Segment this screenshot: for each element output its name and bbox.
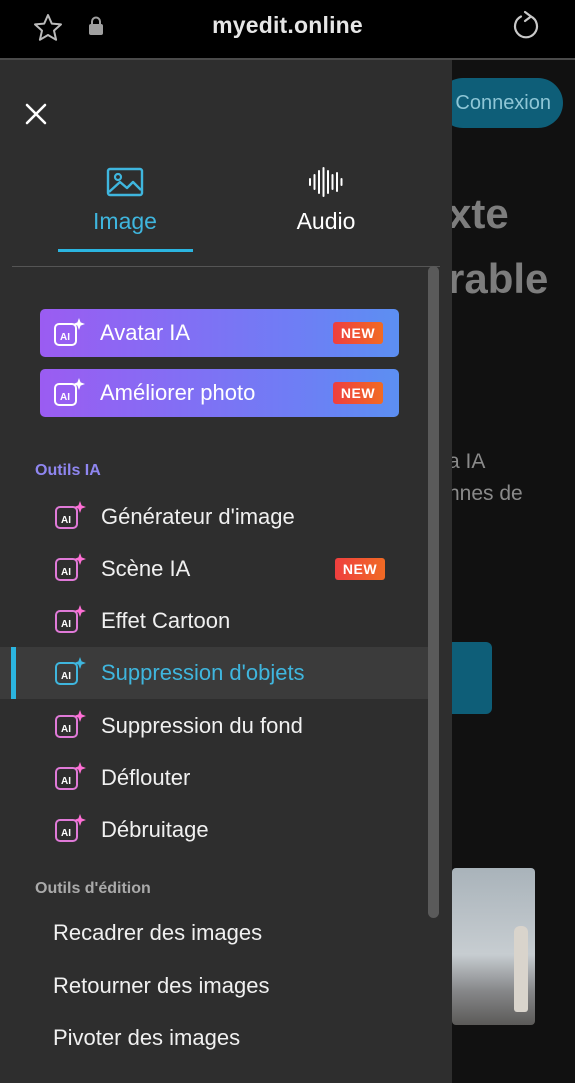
promo-ameliorer-photo[interactable]: AI Améliorer photo NEW: [40, 369, 399, 417]
section-title-ai-tools: Outils IA: [35, 462, 101, 479]
svg-text:AI: AI: [61, 724, 71, 735]
menu-item-suppression-objets[interactable]: AI Suppression d'objets: [0, 647, 428, 699]
new-badge: NEW: [333, 322, 383, 344]
svg-text:AI: AI: [61, 671, 71, 682]
menu-item-retourner[interactable]: Retourner des images: [53, 973, 269, 999]
page-cta-button[interactable]: [448, 642, 492, 714]
active-tab-indicator: [58, 249, 193, 252]
menu-item-pivoter[interactable]: Pivoter des images: [53, 1025, 240, 1051]
svg-text:AI: AI: [61, 776, 71, 787]
tab-image[interactable]: Image: [55, 160, 195, 252]
menu-item-label: Déflouter: [101, 765, 191, 790]
ai-sparkle-icon: AI: [55, 657, 86, 685]
menu-item-scene-ia[interactable]: AI Scène IA NEW: [0, 543, 428, 595]
tab-audio[interactable]: Audio: [256, 160, 396, 252]
tab-image-label: Image: [93, 208, 157, 234]
ai-sparkle-icon: AI: [54, 318, 85, 346]
svg-text:AI: AI: [60, 332, 70, 343]
navigation-drawer: Image Audio AI Avatar IA NEW AI Améliore…: [0, 60, 452, 1083]
menu-item-deflouter[interactable]: AI Déflouter: [0, 752, 428, 804]
drawer-scrollbar[interactable]: [428, 266, 439, 918]
ai-sparkle-icon: AI: [54, 378, 85, 406]
svg-text:AI: AI: [60, 392, 70, 403]
menu-item-label: Débruitage: [101, 817, 209, 842]
svg-text:AI: AI: [61, 567, 71, 578]
audio-wave-icon: [309, 167, 343, 197]
reload-icon[interactable]: [510, 10, 542, 42]
page-heading-line1: xte: [448, 190, 509, 237]
menu-item-generateur-image[interactable]: AI Générateur d'image: [0, 491, 428, 543]
tabs-divider: [12, 266, 440, 267]
new-badge: NEW: [335, 558, 385, 580]
promo-ameliorer-photo-label: Améliorer photo: [100, 380, 256, 405]
ai-sparkle-icon: AI: [55, 553, 86, 581]
promo-avatar-ia[interactable]: AI Avatar IA NEW: [40, 309, 399, 357]
ai-sparkle-icon: AI: [55, 605, 86, 633]
ai-sparkle-icon: AI: [55, 762, 86, 790]
svg-text:AI: AI: [61, 619, 71, 630]
svg-text:AI: AI: [61, 515, 71, 526]
menu-item-label: Suppression d'objets: [101, 660, 305, 685]
page-text-line2: nnes de: [448, 482, 523, 505]
new-badge: NEW: [333, 382, 383, 404]
close-icon[interactable]: [22, 100, 50, 128]
page-heading-line2: rable: [448, 255, 549, 302]
ai-sparkle-icon: AI: [55, 501, 86, 529]
menu-item-label: Effet Cartoon: [101, 608, 231, 633]
ai-sparkle-icon: AI: [55, 710, 86, 738]
svg-text:AI: AI: [61, 828, 71, 839]
menu-item-effet-cartoon[interactable]: AI Effet Cartoon: [0, 595, 428, 647]
ai-sparkle-icon: AI: [55, 814, 86, 842]
active-item-indicator: [11, 647, 16, 699]
promo-avatar-ia-label: Avatar IA: [100, 320, 191, 345]
tab-audio-label: Audio: [296, 208, 356, 234]
page-sample-photo: [452, 868, 535, 1025]
menu-item-suppression-fond[interactable]: AI Suppression du fond: [0, 700, 428, 752]
url-text[interactable]: myedit.online: [0, 12, 575, 39]
image-icon: [106, 167, 144, 197]
menu-item-label: Suppression du fond: [101, 713, 303, 738]
connexion-button[interactable]: Connexion: [438, 78, 563, 128]
menu-item-label: Générateur d'image: [101, 504, 295, 529]
section-title-edit-tools: Outils d'édition: [35, 880, 151, 897]
menu-item-recadrer[interactable]: Recadrer des images: [53, 920, 262, 946]
page-text-line1: a IA: [448, 450, 486, 473]
menu-item-debruitage[interactable]: AI Débruitage: [0, 804, 428, 856]
browser-bar: myedit.online: [0, 0, 575, 58]
menu-item-label: Scène IA: [101, 556, 191, 581]
